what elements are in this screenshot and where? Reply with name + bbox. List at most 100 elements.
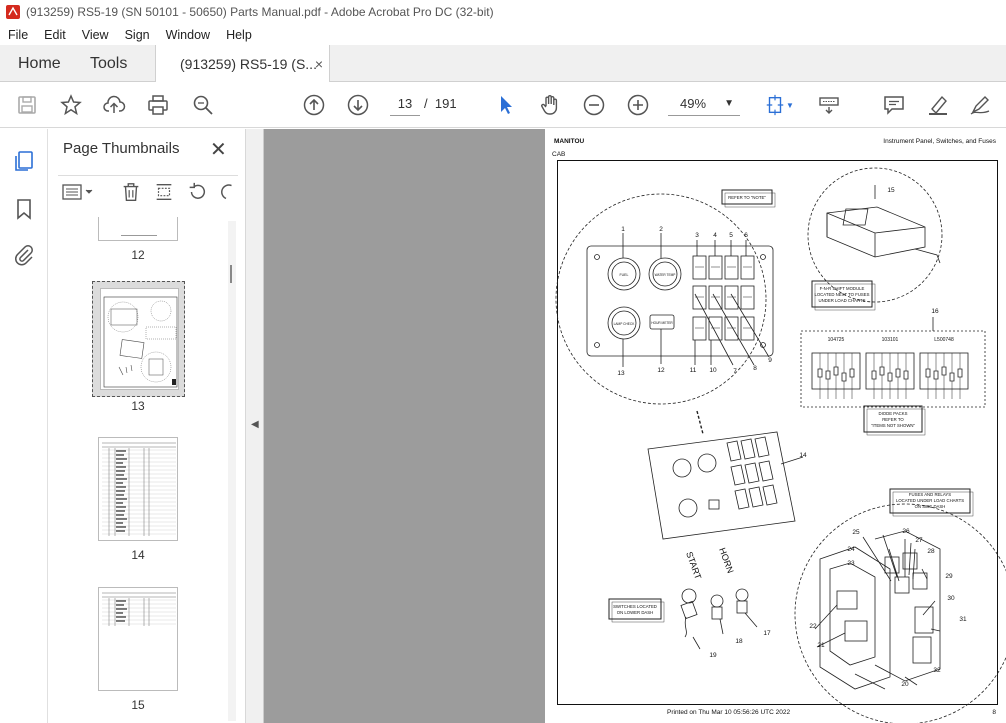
zoom-select[interactable]: 49% ▼ (668, 92, 740, 116)
comment-button[interactable] (880, 91, 908, 119)
panel-splitter[interactable]: ◀ (246, 129, 264, 723)
read-mode-button[interactable] (815, 91, 843, 119)
page-footer: Printed on Thu Mar 10 05:56:26 UTC 2022 (667, 709, 791, 716)
menu-sign[interactable]: Sign (117, 28, 158, 42)
attachments-icon[interactable] (12, 243, 36, 267)
callout-diode-3: "ITEMS NOT SHOWN" (871, 423, 916, 428)
item-label-25: 25 (852, 529, 860, 536)
close-panel-icon[interactable]: ✕ (210, 137, 227, 162)
thumbnail-scrollbar[interactable] (228, 221, 236, 721)
rotate-right-icon[interactable] (218, 181, 234, 203)
scrollbar-grip[interactable] (230, 265, 232, 283)
thumbnail-preview (102, 592, 176, 626)
item-label-20: 20 (901, 681, 909, 688)
keyboard-scroll-icon (819, 97, 839, 114)
delete-page-icon[interactable] (120, 181, 142, 203)
thumbnail-label: 15 (131, 698, 145, 712)
print-button[interactable] (144, 91, 172, 119)
thumbnail-page-15[interactable] (98, 587, 178, 691)
fit-page-button[interactable]: ▼ (760, 91, 798, 119)
pdf-page: MANITOU CAB Instrument Panel, Switches, … (545, 129, 1006, 723)
menu-window[interactable]: Window (158, 28, 218, 42)
callout-fuses-2: LOCATED UNDER LOAD CHARTS (896, 498, 964, 503)
item-label-28: 28 (927, 548, 935, 555)
item-label-1: 1 (621, 226, 625, 233)
pen-sign-icon (970, 96, 990, 115)
comment-icon (884, 96, 904, 115)
menu-help[interactable]: Help (218, 28, 260, 42)
tab-home[interactable]: Home (18, 45, 61, 82)
item-label-17: 17 (763, 630, 771, 637)
item-label-5: 5 (729, 232, 733, 239)
minus-circle-icon (583, 94, 605, 116)
options-menu-icon[interactable] (62, 182, 96, 202)
panel-title: Page Thumbnails (63, 140, 180, 157)
window-title: (913259) RS5-19 (SN 50101 - 50650) Parts… (26, 5, 494, 19)
arrow-down-circle-icon (347, 94, 369, 116)
callout-fnr-3: UNDER LOAD CHARTS (819, 298, 866, 303)
gauge-lamp-label: LAMP CHECK (614, 322, 636, 326)
bookmarks-icon[interactable] (12, 197, 36, 221)
next-page-button[interactable] (344, 91, 372, 119)
thumbnail-preview (102, 442, 176, 536)
bookmark-star-button[interactable] (57, 91, 85, 119)
item-label-29: 29 (945, 573, 953, 580)
share-button[interactable] (100, 91, 128, 119)
highlight-button[interactable] (924, 91, 952, 119)
item-label-9: 9 (768, 357, 772, 364)
item-label-23: 23 (847, 560, 855, 567)
find-button[interactable] (189, 91, 217, 119)
gauge-fuel-label: FUEL (620, 273, 629, 277)
close-tab-icon[interactable]: × (315, 56, 323, 72)
total-pages: 191 (434, 96, 457, 111)
thumbnail-page-13[interactable] (100, 288, 179, 390)
thumbnail-page-12[interactable] (98, 217, 178, 241)
callout-fuses-3: ON SIDE DASH (915, 504, 946, 509)
item-label-2: 2 (659, 226, 663, 233)
item-label-16: 16 (931, 308, 939, 315)
item-label-4: 4 (713, 232, 717, 239)
previous-page-button[interactable] (300, 91, 328, 119)
page-total: / 191 (424, 92, 457, 116)
item-label-26: 26 (902, 528, 910, 535)
parts-diagram: 1 2 3 4 5 6 7 8 9 10 11 12 13 14 15 16 1… (555, 167, 1006, 723)
magnifier-icon (193, 95, 213, 115)
draw-button[interactable] (966, 91, 994, 119)
navigation-rail (0, 129, 48, 723)
plus-circle-icon (627, 94, 649, 116)
callout-switches-2: ON LOWER DASH (617, 610, 654, 615)
item-label-10: 10 (709, 367, 717, 374)
select-tool-button[interactable] (492, 91, 520, 119)
rotate-left-icon[interactable] (186, 181, 208, 203)
item-label-6: 6 (744, 232, 748, 239)
tab-bar: Home Tools (913259) RS5-19 (S... × (0, 45, 1006, 83)
menu-file[interactable]: File (0, 28, 36, 42)
tab-document-label: (913259) RS5-19 (S... (180, 56, 317, 72)
document-viewer[interactable]: MANITOU CAB Instrument Panel, Switches, … (264, 129, 1006, 723)
page-footer-number: 8 (992, 709, 996, 716)
callout-fuses-1: FUSES AND RELAYS (909, 492, 951, 497)
page-thumbnails-icon[interactable] (12, 149, 36, 173)
menu-edit[interactable]: Edit (36, 28, 74, 42)
item-label-32: 32 (933, 667, 941, 674)
thumbnail-page-14[interactable] (98, 437, 178, 541)
menu-bar: File Edit View Sign Window Help (0, 24, 1006, 45)
zoom-in-button[interactable] (624, 91, 652, 119)
fit-page-icon (766, 94, 784, 116)
item-label-12: 12 (657, 367, 665, 374)
item-label-11: 11 (690, 367, 697, 374)
zoom-out-button[interactable] (580, 91, 608, 119)
acrobat-icon (6, 5, 20, 19)
item-label-30: 30 (947, 595, 955, 602)
hand-tool-button[interactable] (536, 91, 564, 119)
insert-page-icon[interactable] (153, 181, 175, 203)
callout-fnr-2: LOCATED NEXT TO FUSES (814, 292, 869, 297)
collapse-panel-icon[interactable]: ◀ (251, 419, 259, 430)
save-button[interactable] (13, 91, 41, 119)
menu-view[interactable]: View (74, 28, 117, 42)
item-label-24: 24 (847, 546, 855, 553)
detail-circle-fuses (794, 503, 1006, 723)
tab-tools[interactable]: Tools (90, 45, 127, 82)
page-number-input[interactable]: 13 (390, 92, 420, 116)
tab-document[interactable]: (913259) RS5-19 (S... × (155, 45, 330, 83)
